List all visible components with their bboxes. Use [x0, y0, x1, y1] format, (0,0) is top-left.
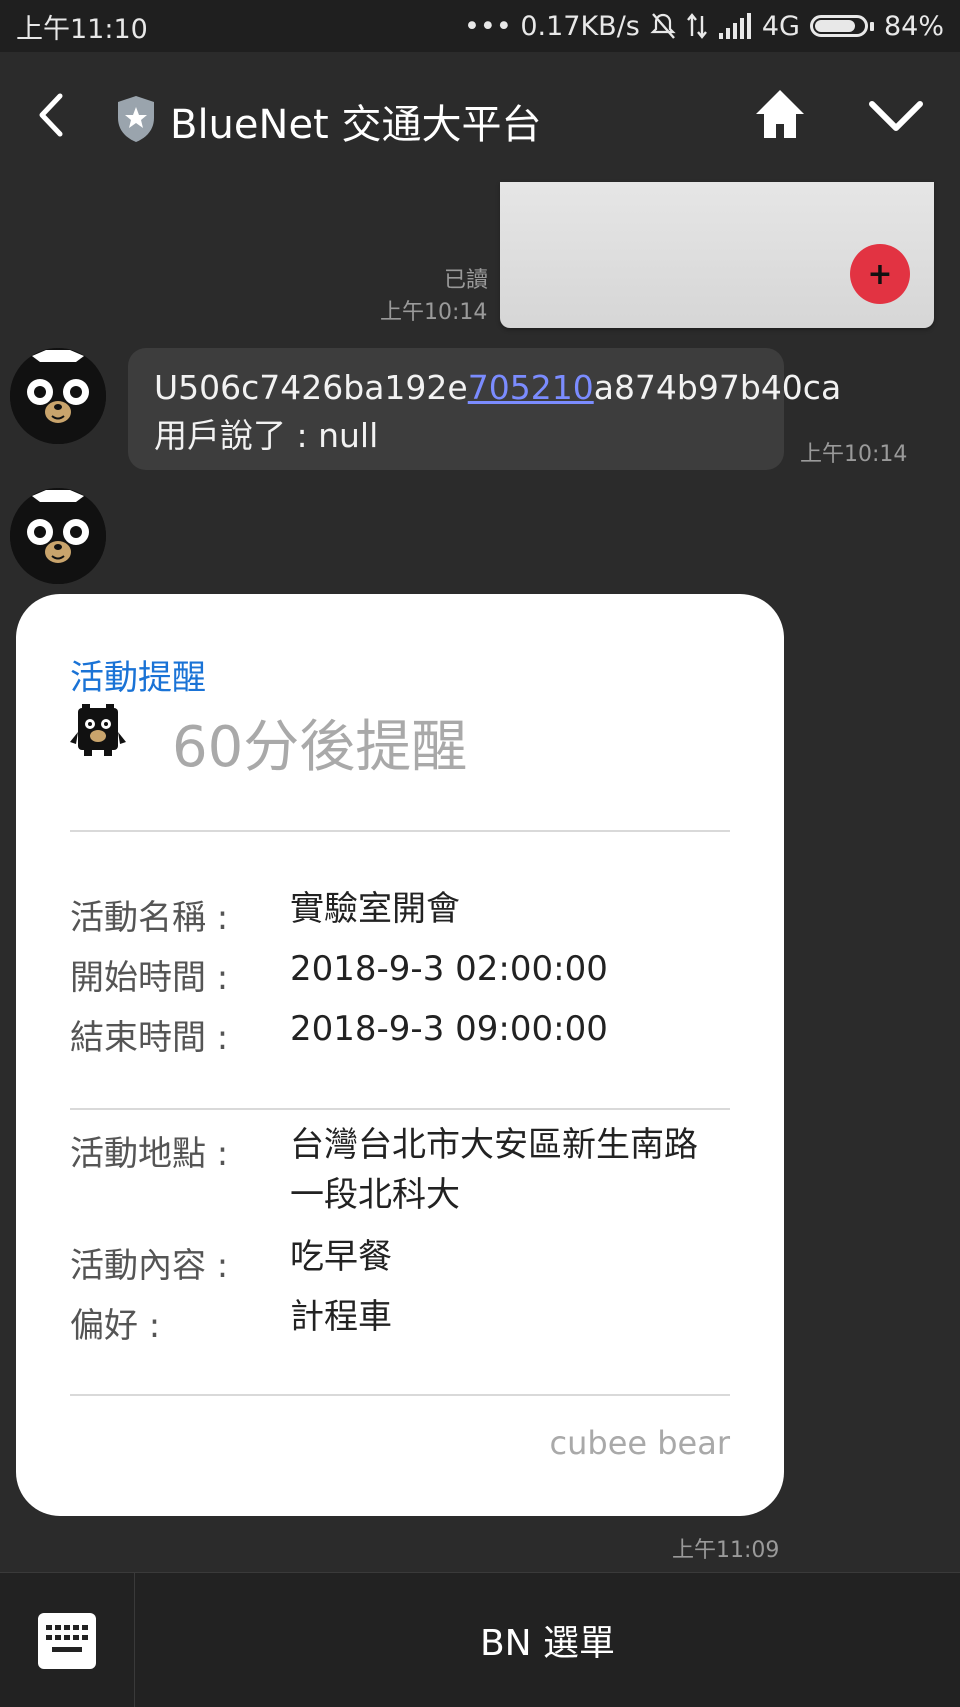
- message-time: 上午11:09: [672, 1538, 780, 1563]
- message-link[interactable]: 705210: [468, 368, 594, 407]
- bot-avatar[interactable]: [10, 348, 106, 444]
- chat-title: BlueNet 交通大平台: [170, 102, 542, 148]
- event-reminder-card[interactable]: 活動提醒 60分後提醒 活動名稱 : 實驗室開會 開始時間 : 2018-9-3…: [16, 594, 784, 1516]
- chat-header: BlueNet 交通大平台: [0, 52, 960, 182]
- event-name-label: 活動名稱 :: [70, 898, 229, 938]
- read-receipt: 已讀: [443, 268, 488, 293]
- content-value: 吃早餐: [290, 1237, 392, 1277]
- keyboard-icon: [38, 1613, 96, 1669]
- shield-star-icon: [118, 96, 154, 142]
- cubee-bear-icon: [70, 704, 126, 756]
- bear-face-icon: [10, 488, 106, 584]
- signal-icon: [718, 13, 751, 39]
- location-value: 台灣台北市大安區新生南路一段北科大: [290, 1125, 698, 1215]
- divider: [70, 1108, 730, 1110]
- message-text: U506c7426ba192e: [154, 368, 468, 407]
- battery-percent: 84%: [883, 10, 944, 42]
- bottom-bar: BN 選單: [0, 1572, 960, 1707]
- message-time: 上午10:14: [380, 300, 488, 325]
- content-label: 活動內容 :: [70, 1246, 229, 1286]
- preference-label: 偏好 :: [70, 1306, 161, 1346]
- network-type: 4G: [761, 10, 800, 42]
- bn-menu-button[interactable]: BN 選單: [135, 1573, 960, 1707]
- preference-value: 計程車: [290, 1297, 392, 1337]
- start-time-value: 2018-9-3 02:00:00: [290, 949, 608, 989]
- end-time-value: 2018-9-3 09:00:00: [290, 1009, 608, 1049]
- back-arrow-icon[interactable]: [28, 90, 78, 140]
- net-speed: ••• 0.17KB/s: [464, 10, 640, 42]
- end-time-label: 結束時間 :: [70, 1018, 229, 1058]
- plus-icon: +: [850, 244, 910, 304]
- location-label: 活動地點 :: [70, 1134, 229, 1174]
- event-name-value: 實驗室開會: [290, 889, 460, 929]
- status-indicators: ••• 0.17KB/s 4G 84%: [464, 11, 944, 42]
- sent-image-message[interactable]: +: [500, 182, 934, 328]
- bell-muted-icon: [650, 13, 676, 39]
- divider: [70, 1394, 730, 1396]
- chevron-down-icon[interactable]: [868, 96, 924, 136]
- text-message-bubble[interactable]: U506c7426ba192e705210a874b97b40ca 用戶說了 :…: [128, 348, 841, 470]
- divider: [70, 830, 730, 832]
- status-bar: 上午11:10 ••• 0.17KB/s 4G 84%: [0, 0, 960, 52]
- start-time-label: 開始時間 :: [70, 958, 229, 998]
- reminder-countdown: 60分後提醒: [172, 715, 468, 780]
- card-header: 活動提醒: [70, 658, 206, 698]
- keyboard-toggle-button[interactable]: [0, 1573, 135, 1707]
- bot-avatar[interactable]: [10, 488, 106, 584]
- data-transfer-icon: [686, 13, 707, 39]
- card-footer: cubee bear: [549, 1424, 731, 1462]
- battery-icon: [809, 15, 874, 37]
- bear-face-icon: [10, 348, 106, 444]
- message-time: 上午10:14: [800, 442, 908, 467]
- home-icon[interactable]: [752, 86, 808, 142]
- status-time: 上午11:10: [16, 13, 148, 45]
